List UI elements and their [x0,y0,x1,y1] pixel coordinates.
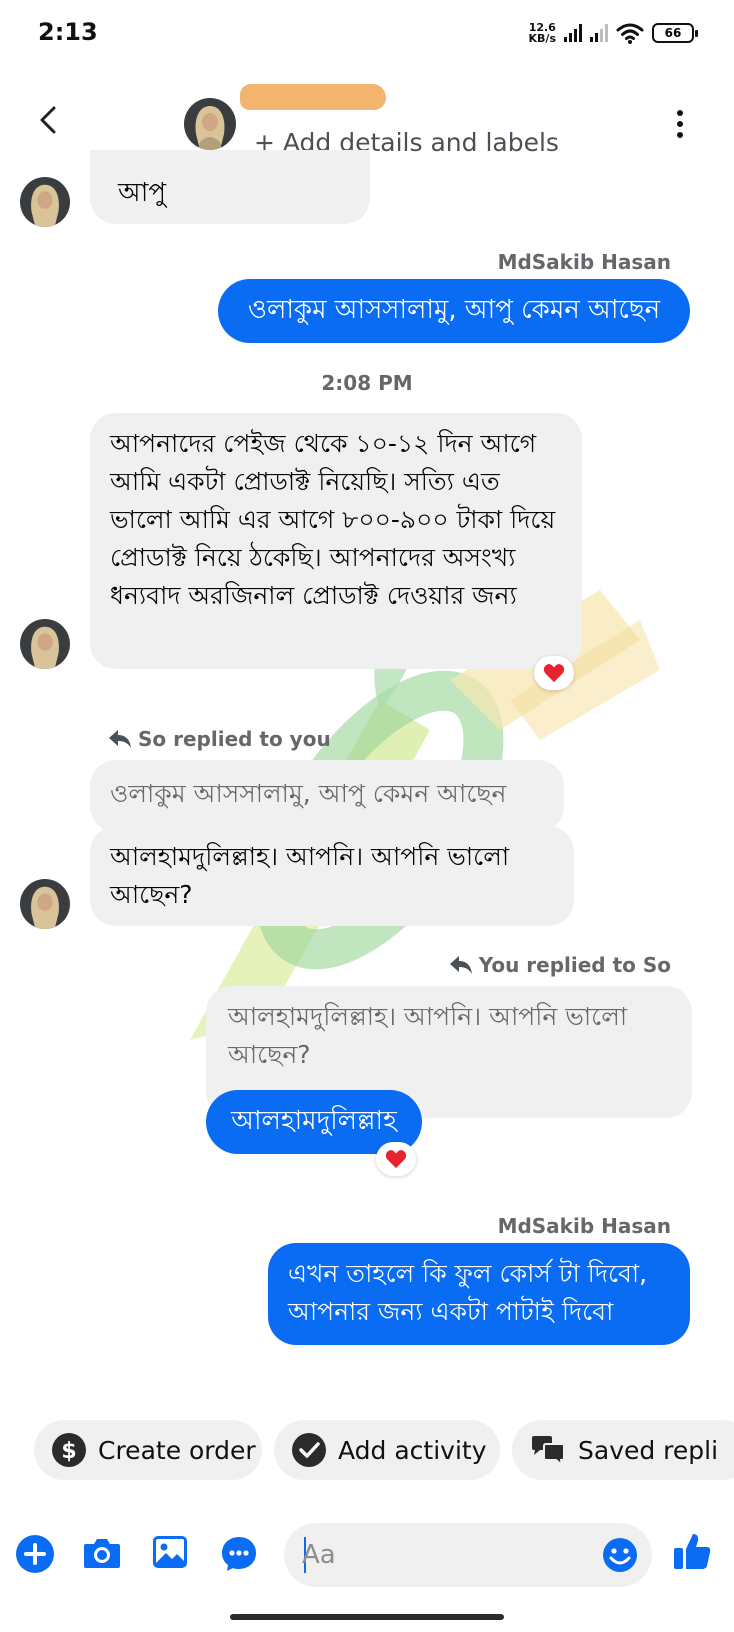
back-icon[interactable] [34,100,64,140]
saved-replies-icon [532,1436,565,1466]
gallery-icon[interactable] [152,1535,188,1569]
camera-icon[interactable] [82,1535,122,1571]
heart-reaction[interactable] [376,1142,416,1176]
add-activity-button[interactable]: Add activity [274,1420,500,1480]
quoted-message[interactable]: ওলাকুম আসসালামু, আপু কেমন আছেন [90,760,564,832]
quick-action-row: $ Create order Add activity Saved repli [0,1420,734,1480]
heart-icon [543,664,565,683]
message-composer [0,1515,734,1595]
sender-avatar[interactable] [20,177,70,227]
contact-name-redaction [240,84,386,110]
heart-reaction[interactable] [534,656,574,690]
time-divider: 2:08 PM [321,371,413,395]
message-bubble-outgoing[interactable]: ওলাকুম আসসালামু, আপু কেমন আছেন [218,279,690,343]
home-indicator[interactable] [230,1614,504,1620]
add-icon[interactable] [16,1535,54,1573]
heart-icon [385,1150,407,1169]
sender-name: MdSakib Hasan [497,1214,671,1238]
signal-icon [564,24,582,42]
like-icon[interactable] [672,1531,712,1571]
create-order-button[interactable]: $ Create order [34,1420,262,1480]
sender-name: MdSakib Hasan [497,250,671,274]
message-input-container[interactable] [284,1523,652,1587]
status-time: 2:13 [38,18,98,46]
reply-icon [109,730,131,748]
sender-avatar[interactable] [20,619,70,669]
reply-indicator: So replied to you [108,727,331,751]
more-options-icon[interactable] [668,106,692,142]
status-icons: 12.6 KB/s 66 [528,20,698,46]
svg-text:$: $ [61,1439,76,1464]
status-bar: 2:13 12.6 KB/s 66 [0,0,734,70]
message-bubble-incoming[interactable]: আপনাদের পেইজ থেকে ১০-১২ দিন আগে আমি একটা… [90,413,582,669]
sender-avatar[interactable] [20,879,70,929]
message-input[interactable] [302,1535,572,1575]
emoji-icon[interactable] [602,1537,638,1573]
dollar-icon: $ [52,1433,86,1467]
reply-icon [449,956,472,974]
saved-replies-button[interactable]: Saved repli [512,1420,734,1480]
message-bubble-incoming[interactable]: আলহামদুলিল্লাহ। আপনি। আপনি ভালো আছেন? [90,826,574,926]
wifi-icon [616,23,644,44]
network-speed: 12.6 KB/s [528,21,556,45]
message-bubble-outgoing[interactable]: এখন তাহলে কি ফুল কোর্স টা দিবো, আপনার জন… [268,1243,690,1345]
checkmark-icon [292,1433,326,1467]
battery-icon: 66 [652,23,698,43]
message-bubble-incoming[interactable]: আপু [90,150,370,224]
signal-2-icon [590,24,608,42]
contact-avatar[interactable] [184,98,236,150]
saved-reply-bubble-icon[interactable] [220,1535,258,1573]
reply-indicator: You replied to So [449,953,671,977]
